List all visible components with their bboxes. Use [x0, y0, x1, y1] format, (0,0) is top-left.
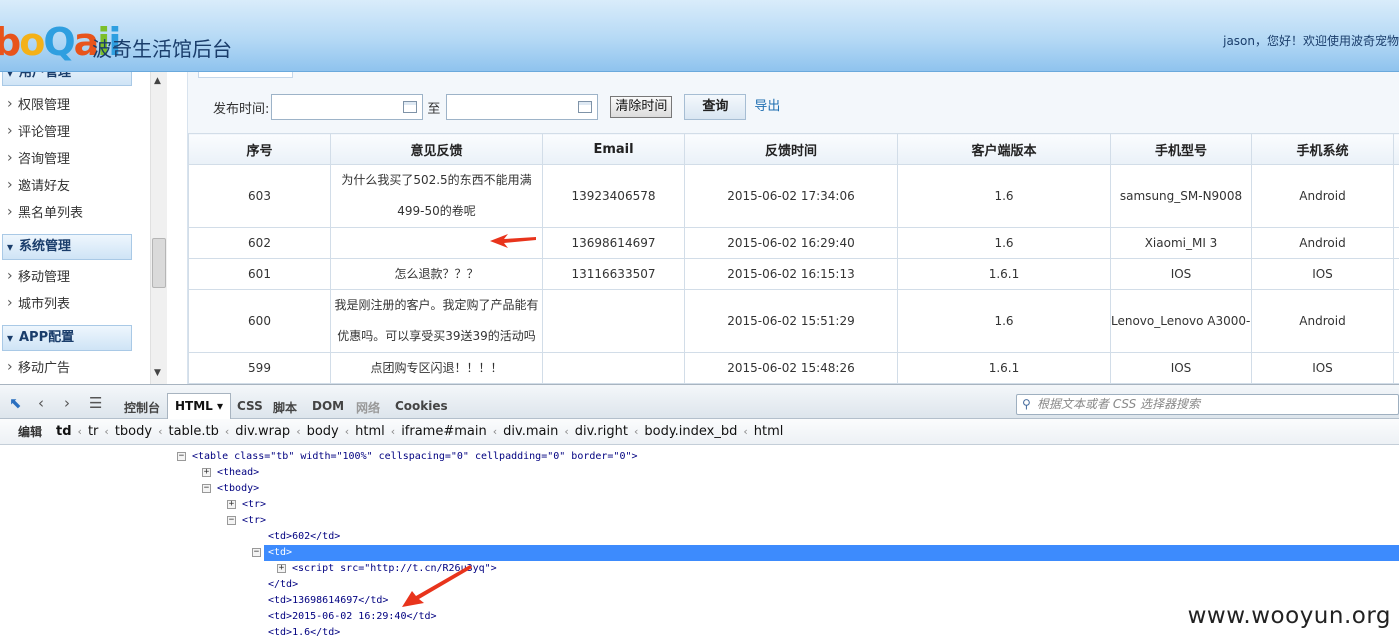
tree-node[interactable]: + <thead>: [202, 465, 259, 481]
breadcrumb-item[interactable]: html: [355, 424, 385, 439]
tab-cookies[interactable]: Cookies: [395, 399, 448, 413]
start-date-input[interactable]: [271, 94, 424, 120]
tree-node[interactable]: </td>: [268, 577, 298, 593]
tab-html[interactable]: HTML ▾: [167, 393, 232, 419]
export-link[interactable]: 导出: [754, 95, 780, 114]
breadcrumb-item[interactable]: iframe#main: [401, 424, 487, 439]
end-date-input[interactable]: [446, 94, 599, 120]
column-header: 手机型号: [1110, 133, 1252, 165]
sidebar-item-consult[interactable]: 咨询管理: [0, 145, 166, 173]
sidebar-group-system[interactable]: 系统管理: [2, 234, 132, 260]
tree-node[interactable]: − <tbody>: [202, 481, 259, 497]
breadcrumb-item[interactable]: tr: [88, 424, 98, 439]
sidebar-item-blacklist[interactable]: 黑名单列表: [0, 199, 166, 227]
sidebar: 用户管理 权限管理 评论管理 咨询管理 邀请好友 黑名单列表 系统管理 移动管理…: [0, 72, 167, 384]
column-header: [1393, 133, 1399, 165]
breadcrumb-item[interactable]: tbody: [115, 424, 152, 439]
table-row: 601 怎么退款？？？ 13116633507 2015-06-02 16:15…: [188, 258, 1399, 290]
welcome-text: jason，您好！欢迎使用波奇宠物: [1223, 34, 1399, 48]
edit-button[interactable]: 编辑: [18, 423, 42, 440]
tree-node[interactable]: + <tr>: [227, 497, 266, 513]
sidebar-group-app[interactable]: APP配置: [2, 325, 132, 351]
selector-search-input[interactable]: 根据文本或者 CSS 选择器搜索: [1016, 394, 1399, 415]
tab-console[interactable]: 控制台: [124, 399, 160, 416]
calendar-icon[interactable]: [403, 101, 418, 113]
collapse-icon[interactable]: −: [177, 451, 186, 461]
scroll-down-icon[interactable]: ▼: [154, 368, 161, 378]
breadcrumb: 编辑 td ‹ tr ‹ tbody ‹ table.tb ‹ div.wrap ‹ bo…: [0, 419, 1399, 445]
table-row: 600 我是刚注册的客户。我定购了产品能有优惠吗。可以享受买39送39的活动吗 …: [188, 289, 1399, 353]
content-tab[interactable]: [198, 72, 293, 78]
sidebar-item-mobile[interactable]: 移动管理: [0, 263, 166, 291]
indent-icon[interactable]: ☰: [89, 394, 102, 412]
query-button[interactable]: 查询: [684, 94, 747, 120]
to-label: 至: [427, 101, 441, 117]
sidebar-item-mobile-ads[interactable]: 移动广告: [0, 354, 166, 382]
clear-time-button[interactable]: 清除时间: [610, 96, 673, 118]
breadcrumb-item[interactable]: td: [56, 424, 72, 439]
calendar-icon[interactable]: [578, 101, 593, 113]
sidebar-scrollbar[interactable]: ▲ ▼: [150, 72, 167, 384]
watermark: www.wooyun.org: [1187, 603, 1391, 629]
tab-script[interactable]: 脚本: [273, 399, 297, 416]
feedback-table: 序号 意见反馈 Email 反馈时间 客户端版本 手机型号 手机系统 603 为…: [188, 133, 1399, 384]
tree-node[interactable]: <td>1.6</td>: [268, 625, 340, 641]
tree-node[interactable]: <td>602</td>: [268, 529, 340, 545]
collapse-icon[interactable]: −: [252, 547, 261, 557]
column-header: 意见反馈: [330, 133, 543, 165]
expand-icon[interactable]: +: [202, 467, 211, 477]
expand-icon[interactable]: +: [277, 563, 286, 573]
breadcrumb-item[interactable]: div.main: [503, 424, 558, 439]
column-header: 反馈时间: [684, 133, 898, 165]
table-row: 602 13698614697 2015-06-02 16:29:40 1.6 …: [188, 227, 1399, 259]
sidebar-item-invite[interactable]: 邀请好友: [0, 172, 166, 200]
inspect-icon[interactable]: ⬉: [9, 394, 22, 412]
tab-dom[interactable]: DOM: [312, 399, 344, 413]
devtools-toolbar: ⬉ ‹ › ☰ 控制台 HTML ▾ CSS 脚本 DOM 网络 Cookies…: [0, 385, 1399, 419]
breadcrumb-item[interactable]: body.index_bd: [644, 424, 737, 439]
scroll-up-icon[interactable]: ▲: [154, 76, 161, 86]
breadcrumb-item[interactable]: div.wrap: [235, 424, 290, 439]
header: boQaii 波奇生活馆后台 jason，您好！欢迎使用波奇宠物: [0, 0, 1399, 72]
annotation-arrow-icon: [490, 234, 536, 248]
devtools-panel: ⬉ ‹ › ☰ 控制台 HTML ▾ CSS 脚本 DOM 网络 Cookies…: [0, 384, 1399, 641]
tree-node[interactable]: − <table class="tb" width="100%" cellspac…: [177, 449, 638, 465]
forward-icon[interactable]: ›: [64, 394, 70, 412]
table-row: 599 点团购专区闪退！！！！ 2015-06-02 15:48:26 1.6.…: [188, 352, 1399, 384]
tree-node[interactable]: − <tr>: [227, 513, 266, 529]
sidebar-item-comments[interactable]: 评论管理: [0, 118, 166, 146]
main-content: 发布时间: 至 清除时间 查询 导出 序号 意见反馈 Email 反馈时间 客户…: [187, 72, 1399, 384]
filter-bar: 发布时间: 至 清除时间 查询 导出: [188, 90, 780, 124]
tree-node[interactable]: <td>13698614697</td>: [268, 593, 388, 609]
table-header-row: 序号 意见反馈 Email 反馈时间 客户端版本 手机型号 手机系统: [188, 133, 1399, 165]
breadcrumb-item[interactable]: div.right: [575, 424, 628, 439]
column-header: Email: [542, 133, 685, 165]
table-row: 603 为什么我买了502.5的东西不能用满499-50的卷呢 13923406…: [188, 164, 1399, 228]
dropdown-icon[interactable]: ▾: [217, 399, 223, 413]
annotation-arrow-icon: [402, 565, 472, 607]
collapse-icon[interactable]: −: [202, 483, 211, 493]
sidebar-item-cities[interactable]: 城市列表: [0, 290, 166, 318]
app-window: boQaii 波奇生活馆后台 jason，您好！欢迎使用波奇宠物 用户管理 权限…: [0, 0, 1399, 641]
sidebar-item-permissions[interactable]: 权限管理: [0, 91, 166, 119]
tab-network[interactable]: 网络: [356, 399, 380, 416]
site-title: 波奇生活馆后台: [92, 37, 232, 61]
collapse-icon[interactable]: −: [227, 515, 236, 525]
breadcrumb-item[interactable]: table.tb: [168, 424, 218, 439]
publish-time-label: 发布时间:: [213, 101, 270, 117]
column-header: 客户端版本: [897, 133, 1111, 165]
back-icon[interactable]: ‹: [38, 394, 44, 412]
column-header: 手机系统: [1251, 133, 1394, 165]
scroll-thumb[interactable]: [152, 238, 166, 288]
tab-css[interactable]: CSS: [237, 399, 263, 413]
breadcrumb-item[interactable]: html: [754, 424, 784, 439]
sidebar-group-user[interactable]: 用户管理: [2, 72, 132, 86]
expand-icon[interactable]: +: [227, 499, 236, 509]
selected-td-node[interactable]: <td>: [264, 545, 1399, 561]
breadcrumb-item[interactable]: body: [307, 424, 339, 439]
tree-node[interactable]: <td>2015-06-02 16:29:40</td>: [268, 609, 437, 625]
column-header: 序号: [188, 133, 331, 165]
